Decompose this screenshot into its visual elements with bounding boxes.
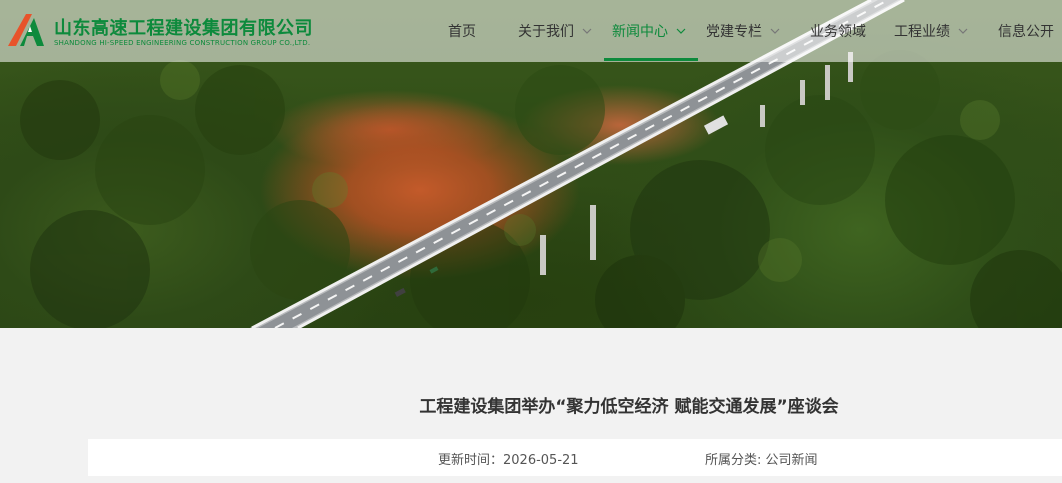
nav-label: 工程业绩 [894, 24, 950, 40]
company-logo-icon[interactable] [6, 10, 46, 50]
nav-label: 信息公开 [998, 24, 1054, 40]
company-name[interactable]: 山东高速工程建设集团有限公司 [54, 14, 313, 40]
article-updated: 更新时间：2026-05-21 [438, 449, 579, 468]
nav-label: 新闻中心 [612, 24, 668, 40]
chevron-down-icon [770, 28, 780, 34]
nav-item-home[interactable]: 首页 [448, 0, 476, 62]
category-label: 所属分类: [705, 453, 762, 468]
article-category: 所属分类: 公司新闻 [705, 449, 818, 468]
chevron-down-icon [676, 28, 686, 34]
nav-item-business[interactable]: 业务领域 [810, 0, 866, 62]
article-title: 工程建设集团举办“聚力低空经济 赋能交通发展”座谈会 [419, 397, 839, 417]
nav-label: 首页 [448, 24, 476, 40]
nav-item-disclosure[interactable]: 信息公开 [998, 0, 1054, 62]
site-header: 山东高速工程建设集团有限公司 SHANDONG HI-SPEED ENGINEE… [0, 0, 1062, 62]
nav-item-news[interactable]: 新闻中心 [612, 0, 686, 62]
company-name-en: SHANDONG HI-SPEED ENGINEERING CONSTRUCTI… [54, 39, 311, 47]
updated-value: 2026-05-21 [503, 453, 579, 468]
chevron-down-icon [958, 28, 968, 34]
chevron-down-icon [582, 28, 592, 34]
nav-label: 业务领域 [810, 24, 866, 40]
nav-label: 关于我们 [518, 24, 574, 40]
updated-label: 更新时间： [438, 453, 504, 468]
nav-label: 党建专栏 [706, 24, 762, 40]
nav-item-projects[interactable]: 工程业绩 [894, 0, 968, 62]
nav-item-about[interactable]: 关于我们 [518, 0, 592, 62]
nav-active-indicator [604, 58, 698, 61]
nav-item-party[interactable]: 党建专栏 [706, 0, 780, 62]
category-value[interactable]: 公司新闻 [766, 453, 818, 468]
